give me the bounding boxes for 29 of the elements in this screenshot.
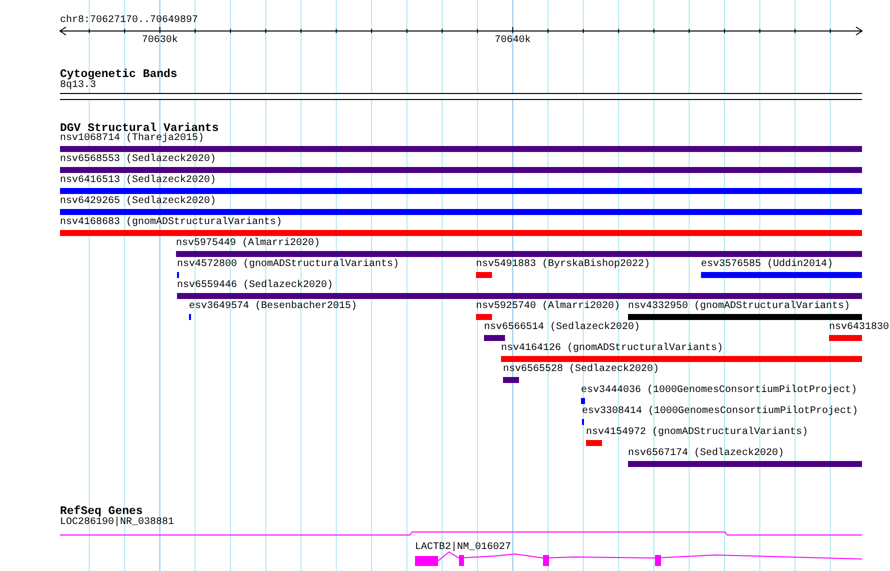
variant-label: nsv5925740 (Almarri2020) <box>476 301 620 313</box>
range-label: chr8:70627170..70649897 <box>60 15 198 27</box>
variant-label: nsv6568553 (Sedlazeck2020) <box>60 154 216 166</box>
track-title: Cytogenetic Bands <box>60 68 178 81</box>
variant-label: nsv4168683 (gnomADStructuralVariants) <box>60 217 282 229</box>
variant-label: nsv5491883 (ByrskaBishop2022) <box>476 259 650 271</box>
variant-label: nsv6559446 (Sedlazeck2020) <box>177 280 334 292</box>
gene-label: LACTB2|NM_016027 <box>415 542 512 554</box>
track-title: RefSeq Genes <box>60 505 143 518</box>
variant-label: nsv4154972 (gnomADStructuralVariants) <box>586 427 808 439</box>
variant-label: esv3444036 (1000GenomesConsortiumPilotProject) <box>581 385 858 397</box>
variant-label: nsv6565528 (Sedlazeck2020) <box>503 364 660 376</box>
variant-label: esv3576585 (Uddin2014) <box>701 259 834 271</box>
variant-label: esv3649574 (Besenbacher2015) <box>189 301 358 313</box>
tick-label: 70640k <box>494 35 532 47</box>
tick-label: 70630k <box>140 35 179 47</box>
variant-label: nsv5975449 (Almarri2020) <box>176 238 320 250</box>
variant-label: nsv6416513 (Sedlazeck2020) <box>60 175 216 187</box>
variant-label: nsv4572800 (gnomADStructuralVariants) <box>177 259 400 271</box>
variant-label: nsv4332950 (gnomADStructuralVariants) <box>628 301 850 313</box>
variant-label: nsv6431830 <box>829 322 890 334</box>
variant-label: nsv1068714 (Thareja2015) <box>60 133 204 145</box>
variant-label: nsv4164126 (gnomADStructuralVariants) <box>501 343 724 355</box>
variant-label: esv3308414 (1000GenomesConsortiumPilotProject) <box>582 406 858 418</box>
variant-label: nsv6429265 (Sedlazeck2020) <box>60 196 216 208</box>
gene-label: LOC286190|NR_038881 <box>60 517 174 529</box>
variant-label: nsv6567174 (Sedlazeck2020) <box>628 448 784 460</box>
variant-label: nsv6566514 (Sedlazeck2020) <box>484 322 640 334</box>
band-label: 8q13.3 <box>60 80 96 92</box>
